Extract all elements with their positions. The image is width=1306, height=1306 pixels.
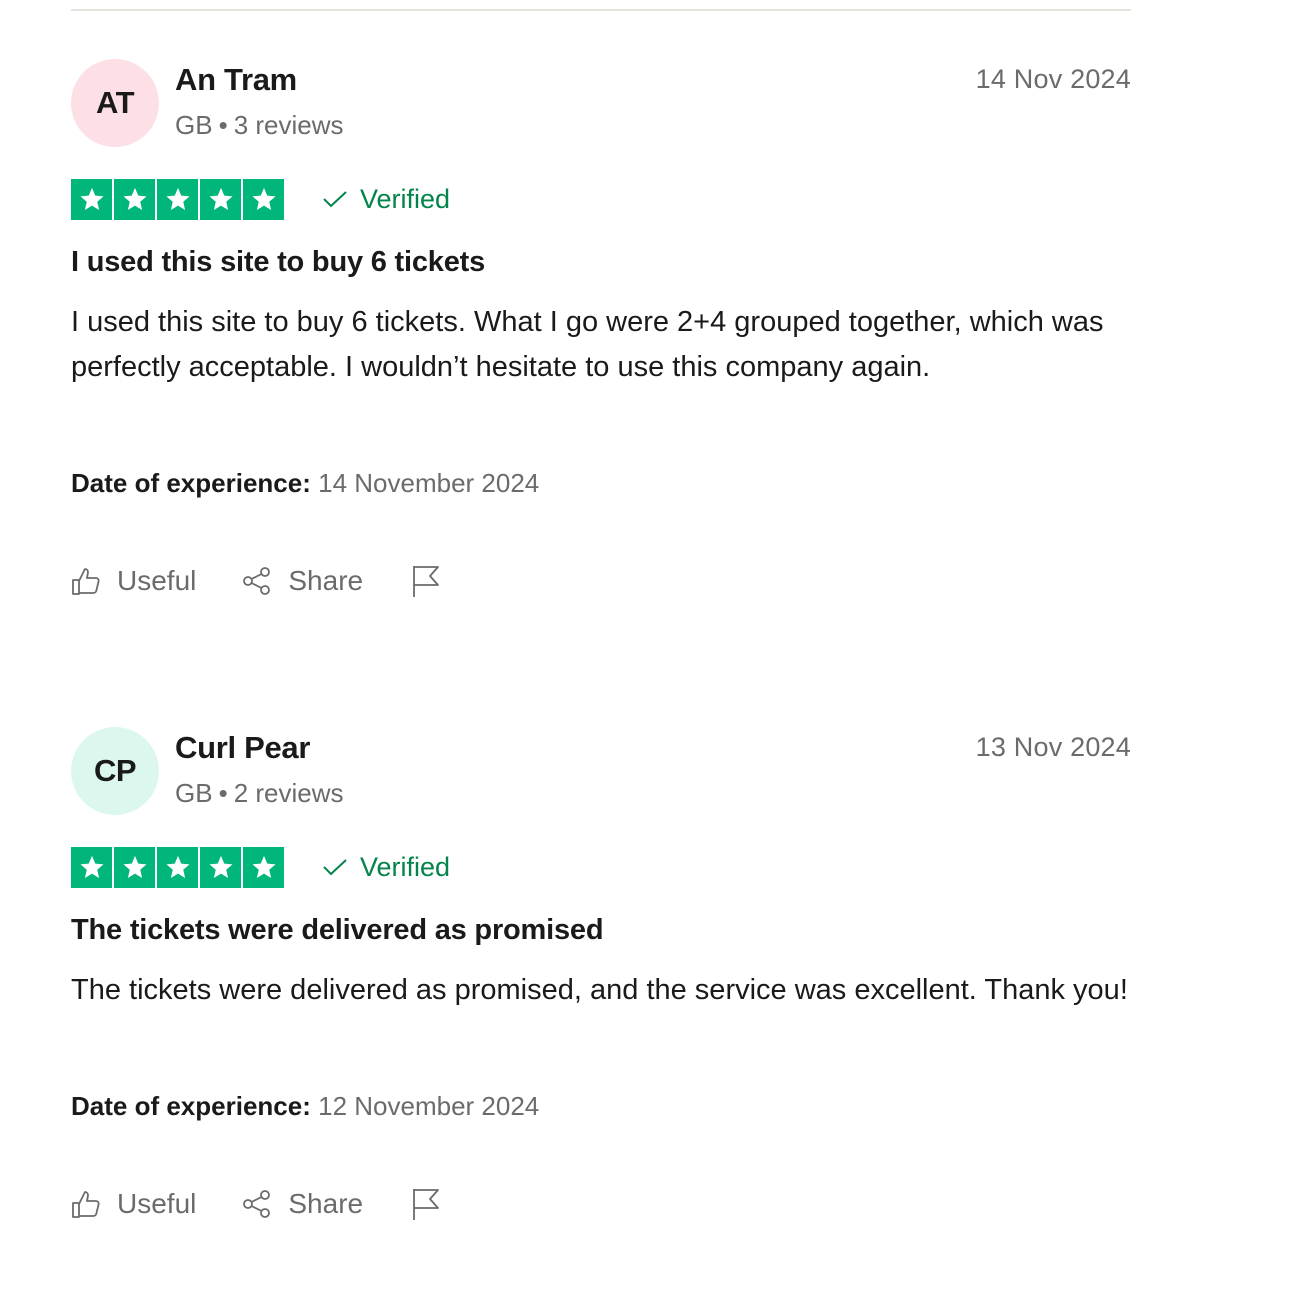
- flag-icon: [413, 1189, 439, 1220]
- share-icon: [243, 1190, 271, 1218]
- reviewer-review-count: 3 reviews: [233, 110, 344, 140]
- useful-button[interactable]: Useful: [71, 1188, 196, 1220]
- star-icon: [157, 846, 198, 888]
- review-actions: Useful Share: [71, 564, 457, 598]
- experience-date: 14 November 2024: [318, 468, 540, 498]
- useful-label: Useful: [117, 565, 197, 596]
- rating-row: Verified: [71, 178, 450, 220]
- reviewer-meta: GB • 3 reviews: [175, 110, 344, 141]
- star-icon: [114, 846, 155, 888]
- useful-label: Useful: [117, 1188, 197, 1219]
- review-header: CP Curl Pear GB • 2 reviews 13 Nov 2024: [71, 726, 1131, 816]
- star-icon: [71, 178, 112, 220]
- date-of-experience: Date of experience: 14 November 2024: [71, 468, 539, 499]
- star-icon: [200, 846, 241, 888]
- share-label: Share: [288, 1188, 364, 1219]
- top-divider: [71, 9, 1131, 11]
- star-icon: [200, 178, 241, 220]
- share-button[interactable]: Share: [242, 565, 363, 597]
- review-date: 13 Nov 2024: [975, 732, 1131, 762]
- star-icon: [71, 846, 112, 888]
- meta-separator: •: [218, 778, 228, 808]
- checkmark-icon: [323, 191, 347, 208]
- share-label: Share: [288, 565, 364, 596]
- review-card: AT An Tram GB • 3 reviews 14 Nov 2024 Veri…: [71, 58, 1131, 597]
- verified-label: Verified: [360, 183, 451, 214]
- avatar[interactable]: AT: [71, 59, 159, 147]
- thumbs-up-icon: [72, 1191, 100, 1218]
- star-rating: [71, 178, 284, 220]
- review-date: 14 Nov 2024: [975, 64, 1131, 94]
- reviewer-name[interactable]: An Tram: [175, 62, 297, 98]
- experience-label: Date of experience:: [71, 1091, 311, 1121]
- star-icon: [157, 178, 198, 220]
- rating-row: Verified: [71, 846, 450, 888]
- report-button[interactable]: [411, 1187, 457, 1221]
- report-button[interactable]: [411, 564, 457, 598]
- review-actions: Useful Share: [71, 1187, 457, 1221]
- review-title[interactable]: I used this site to buy 6 tickets: [71, 246, 485, 279]
- verified-badge[interactable]: Verified: [322, 852, 450, 883]
- share-icon: [243, 567, 271, 595]
- verified-badge[interactable]: Verified: [322, 184, 450, 215]
- review-title[interactable]: The tickets were delivered as promised: [71, 914, 604, 947]
- star-icon: [114, 178, 155, 220]
- avatar[interactable]: CP: [71, 727, 159, 815]
- flag-icon: [413, 566, 439, 597]
- share-button[interactable]: Share: [242, 1188, 363, 1220]
- meta-separator: •: [218, 110, 228, 140]
- review-body: I used this site to buy 6 tickets. What …: [71, 306, 1104, 383]
- review-body: The tickets were delivered as promised, …: [71, 974, 1128, 1006]
- experience-label: Date of experience:: [71, 468, 311, 498]
- star-rating: [71, 846, 284, 888]
- reviewer-review-count: 2 reviews: [233, 778, 344, 808]
- date-of-experience: Date of experience: 12 November 2024: [71, 1091, 539, 1122]
- checkmark-icon: [323, 859, 347, 876]
- review-header: AT An Tram GB • 3 reviews 14 Nov 2024: [71, 58, 1131, 148]
- reviewer-country: GB: [175, 110, 213, 140]
- verified-label: Verified: [360, 851, 451, 882]
- experience-date: 12 November 2024: [318, 1091, 540, 1121]
- useful-button[interactable]: Useful: [71, 565, 196, 597]
- review-card: CP Curl Pear GB • 2 reviews 13 Nov 2024 Ve…: [71, 726, 1131, 1220]
- reviewer-meta: GB • 2 reviews: [175, 778, 344, 809]
- reviewer-name[interactable]: Curl Pear: [175, 730, 310, 766]
- reviewer-country: GB: [175, 778, 213, 808]
- star-icon: [243, 178, 284, 220]
- thumbs-up-icon: [72, 568, 100, 595]
- star-icon: [243, 846, 284, 888]
